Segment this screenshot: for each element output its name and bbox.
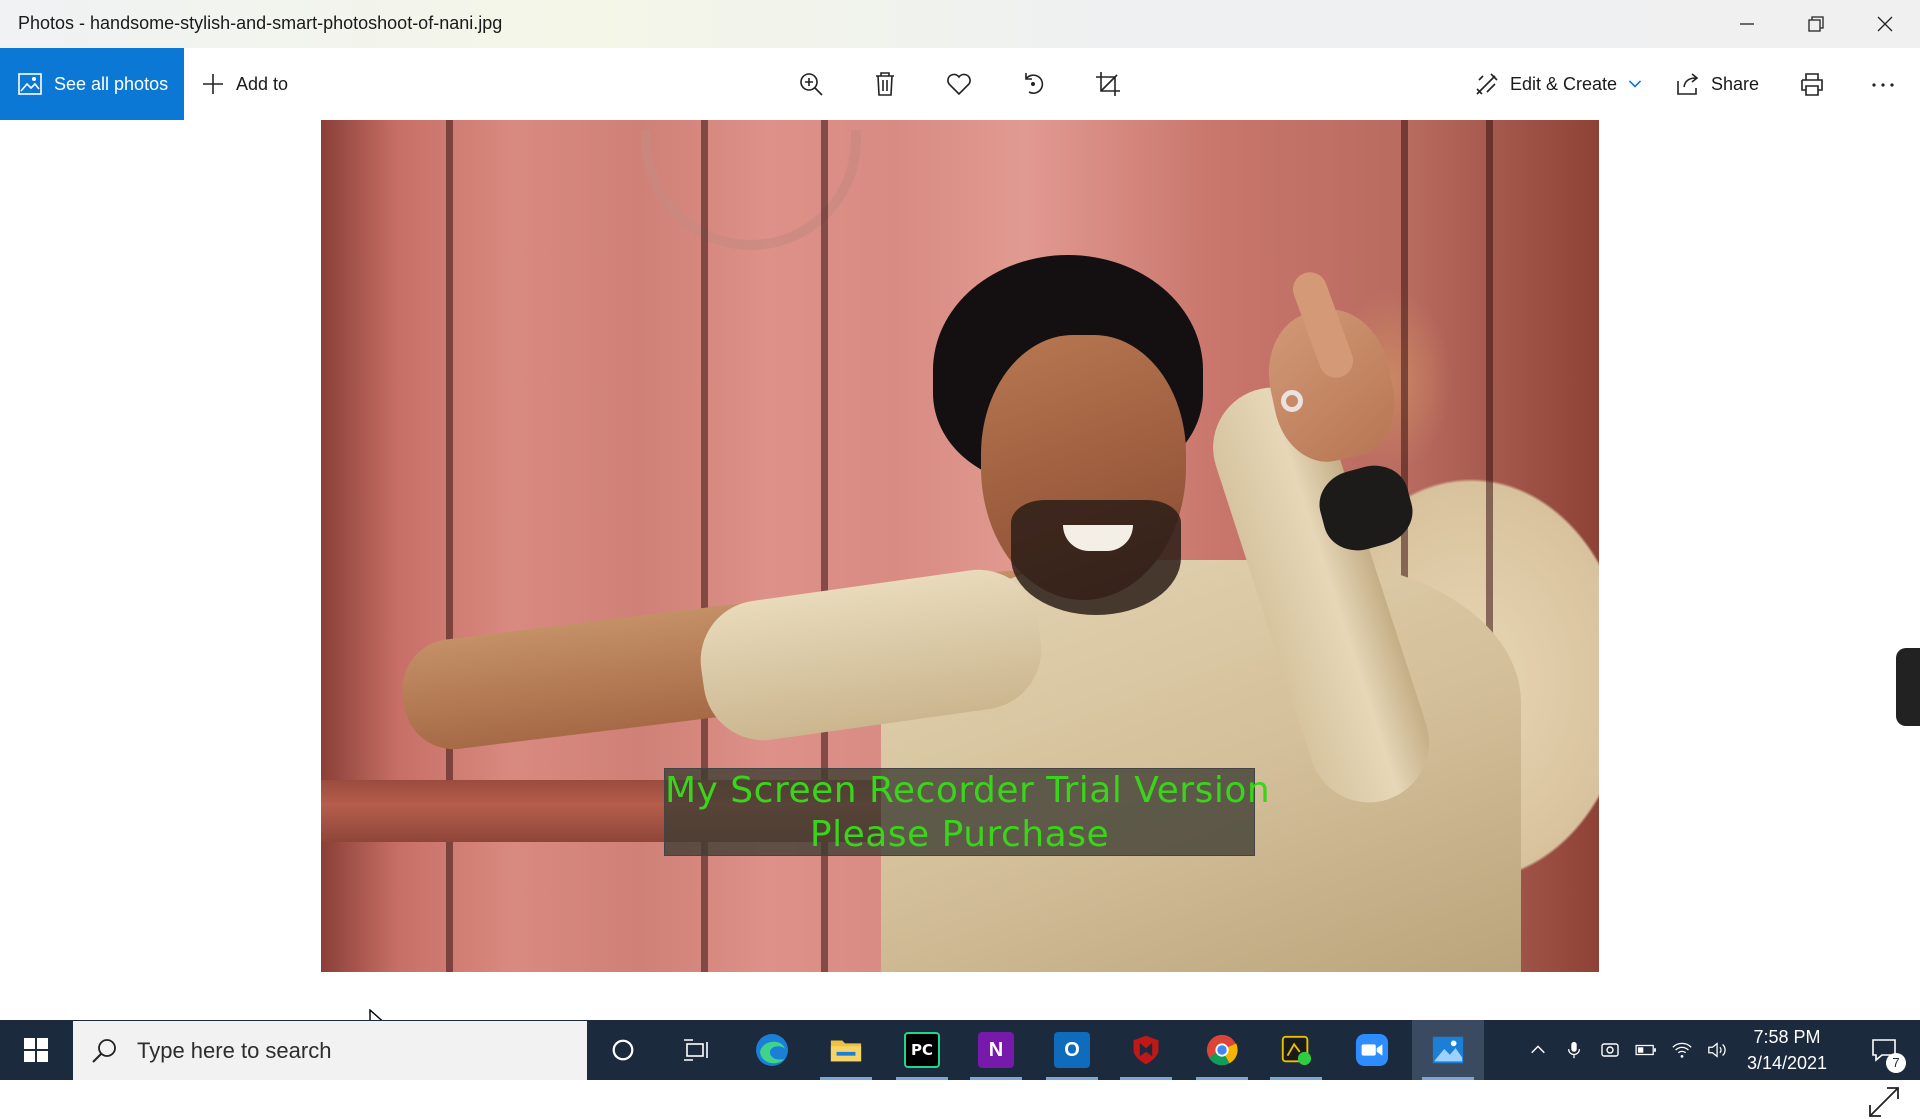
- volume-tray[interactable]: [1700, 1020, 1736, 1080]
- notification-count-badge: 7: [1886, 1053, 1906, 1073]
- task-view-icon: [684, 1039, 708, 1061]
- share-button[interactable]: Share: [1675, 48, 1759, 120]
- clock-date: 3/14/2021: [1746, 1053, 1828, 1073]
- close-icon: [1877, 16, 1892, 32]
- restore-button[interactable]: [1781, 0, 1850, 48]
- recorder-watermark: My Screen Recorder Trial Version Please …: [664, 768, 1271, 856]
- folder-icon: [830, 1040, 862, 1062]
- see-all-photos-label: See all photos: [54, 73, 169, 94]
- zoom-icon: [800, 73, 823, 96]
- edge-taskbar-button[interactable]: [736, 1020, 808, 1080]
- minimize-icon: [1739, 23, 1754, 25]
- heart-icon: [947, 73, 971, 96]
- add-to-button[interactable]: Add to: [200, 48, 288, 120]
- plus-icon: [203, 74, 223, 94]
- edit-icon: [1476, 73, 1498, 95]
- watermark-line-2: Please Purchase: [809, 814, 1110, 855]
- rotate-button[interactable]: [1020, 48, 1046, 120]
- watermark-line-1: My Screen Recorder Trial Version: [665, 770, 1271, 811]
- battery-icon: [1635, 1044, 1656, 1056]
- taskbar-clock[interactable]: 7:58 PM 3/14/2021: [1737, 1024, 1837, 1076]
- search-placeholder: Type here to search: [137, 1037, 332, 1063]
- mcafee-shield-icon: [1133, 1035, 1159, 1065]
- zoom-video-icon: [1355, 1033, 1389, 1067]
- search-icon: [92, 1038, 116, 1063]
- task-view-button[interactable]: [660, 1020, 732, 1080]
- file-explorer-taskbar-button[interactable]: [810, 1020, 882, 1080]
- photos-taskbar-button[interactable]: [1412, 1020, 1484, 1080]
- microphone-icon: [1567, 1041, 1581, 1059]
- window-title: Photos - handsome-stylish-and-smart-phot…: [18, 13, 503, 33]
- chrome-taskbar-button[interactable]: [1186, 1020, 1258, 1080]
- microphone-tray[interactable]: [1556, 1020, 1592, 1080]
- image-viewer[interactable]: My Screen Recorder Trial Version Please …: [0, 120, 1920, 1117]
- network-adapter-tray[interactable]: [1592, 1020, 1628, 1080]
- restore-icon: [1807, 16, 1824, 32]
- delete-icon: [876, 72, 894, 96]
- title-bar: Photos - handsome-stylish-and-smart-phot…: [0, 0, 1920, 48]
- cortana-button[interactable]: [587, 1020, 659, 1080]
- print-button[interactable]: [1799, 48, 1825, 120]
- zoom-app-taskbar-button[interactable]: [1336, 1020, 1408, 1080]
- rotate-icon: [1025, 73, 1044, 94]
- favorite-button[interactable]: [946, 48, 972, 120]
- more-icon: [1872, 83, 1894, 87]
- command-bar: See all photos Add to Edit & Create Shar…: [0, 48, 1920, 120]
- crop-button[interactable]: [1095, 48, 1121, 120]
- chrome-icon: [1206, 1034, 1238, 1066]
- taskbar-search-box[interactable]: Type here to search: [73, 1021, 587, 1080]
- onenote-taskbar-button[interactable]: N: [960, 1020, 1032, 1080]
- zoom-button[interactable]: [798, 48, 824, 120]
- onenote-icon: N: [978, 1032, 1014, 1068]
- mcafee-taskbar-button[interactable]: [1110, 1020, 1182, 1080]
- outlook-taskbar-button[interactable]: O: [1036, 1020, 1108, 1080]
- cortana-icon: [612, 1039, 634, 1061]
- taskbar: Type here to search PC N O 7:58 PM 3/14/…: [0, 1020, 1920, 1080]
- app-icon: [1281, 1035, 1312, 1066]
- action-center-button[interactable]: 7: [1848, 1020, 1920, 1080]
- wifi-icon: [1672, 1042, 1692, 1058]
- edge-icon: [756, 1034, 788, 1066]
- fullscreen-expand-icon[interactable]: [1867, 1085, 1901, 1119]
- wifi-tray[interactable]: [1664, 1020, 1700, 1080]
- chevron-up-icon: [1531, 1045, 1545, 1054]
- photos-app-icon: [1432, 1036, 1464, 1064]
- add-to-label: Add to: [236, 73, 289, 94]
- share-label: Share: [1711, 73, 1760, 94]
- start-button[interactable]: [0, 1020, 72, 1080]
- battery-tray[interactable]: [1628, 1020, 1664, 1080]
- crop-icon: [1096, 72, 1120, 96]
- show-hidden-icons-button[interactable]: [1520, 1020, 1556, 1080]
- clock-time: 7:58 PM: [1753, 1027, 1821, 1047]
- pycharm-taskbar-button[interactable]: PC: [886, 1020, 958, 1080]
- chevron-down-icon: [1628, 80, 1642, 88]
- print-icon: [1801, 73, 1823, 96]
- share-icon: [1677, 73, 1699, 95]
- outlook-icon: O: [1054, 1032, 1090, 1068]
- close-button[interactable]: [1850, 0, 1919, 48]
- minimize-button[interactable]: [1712, 0, 1781, 48]
- network-icon: [1601, 1043, 1619, 1057]
- app-taskbar-button[interactable]: [1260, 1020, 1332, 1080]
- windows-logo-icon: [24, 1038, 48, 1062]
- photo-icon: [18, 73, 42, 95]
- pycharm-icon: PC: [904, 1032, 940, 1068]
- speaker-icon: [1708, 1042, 1726, 1058]
- see-all-photos-button[interactable]: See all photos: [0, 48, 184, 120]
- delete-button[interactable]: [872, 48, 898, 120]
- photo[interactable]: My Screen Recorder Trial Version Please …: [321, 120, 1599, 972]
- edit-create-button[interactable]: Edit & Create: [1474, 48, 1643, 120]
- side-panel-handle[interactable]: [1896, 648, 1920, 726]
- more-button[interactable]: [1870, 48, 1896, 120]
- edit-create-label: Edit & Create: [1510, 73, 1618, 94]
